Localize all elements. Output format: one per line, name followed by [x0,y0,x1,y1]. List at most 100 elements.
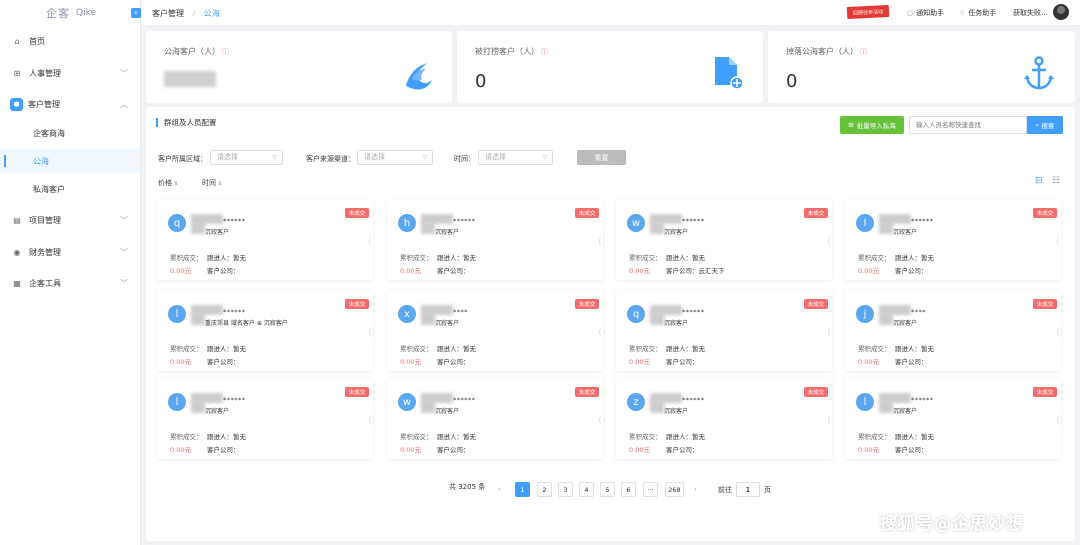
avatar[interactable] [1053,4,1069,20]
customer-card[interactable]: q ****** 沉寂客户 未成交 累积成交： 跟进人：暂无 0.00元 客户公司： [157,200,373,280]
follower-value: 暂无 [692,254,705,262]
follower-value: 暂无 [921,433,934,441]
follower-field: 跟进人：暂无 [207,431,246,441]
total-amount: 0.00元 [629,267,650,275]
blurred-customer-name [421,313,435,325]
pagination-ellipsis[interactable]: ··· [643,482,658,497]
section-title[interactable]: 群组及人员配置 [156,118,217,127]
customer-card[interactable]: w ****** 沉寂客户 未成交 累积成交： 跟进人：暂无 0.00元 客户公司：云汇天下 [616,200,832,280]
customer-masked-phone: ****** [223,308,246,316]
help-icon[interactable]: ⓘ [860,48,867,56]
card-edge-handle [828,236,834,246]
company-label: 客户公司： [437,446,470,454]
list-view-icon[interactable]: ☷ [1052,177,1062,186]
customer-initial-avatar: q [627,305,645,323]
customer-tag: 沉寂客户 [205,229,230,236]
company-label: 客户公司： [895,267,928,275]
sidebar-item-finance[interactable]: ◉ 财务管理 ﹀ [0,239,140,265]
customer-card[interactable]: w ****** 沉寂客户 未成交 累积成交： 跟进人：暂无 0.00元 客户公司： [387,379,603,459]
search-label: 搜索 [1041,122,1055,130]
sort-by-price[interactable]: 价格 ⇅ [158,178,178,188]
total-label: 累积成交： [400,345,433,353]
add-document-icon [715,57,744,90]
stat-title-text: 公海客户（人） [164,47,220,56]
page-button[interactable]: 268 [665,482,684,497]
total-label: 累积成交： [170,433,203,441]
status-badge: 未成交 [804,299,828,309]
reset-button[interactable]: 重置 [577,150,626,165]
app-logo[interactable]: 企客 Qike [0,0,140,26]
next-page-icon[interactable]: › [694,485,697,493]
task-helper-link[interactable]: ♢ 任务助手 [959,8,996,18]
sidebar-subitem-business-sea[interactable]: 企客商海 [0,121,140,145]
search-icon: ⌕ [1035,120,1040,129]
prev-page-icon[interactable]: ‹ [498,485,501,493]
follower-field: 跟进人：暂无 [666,252,705,262]
region-select[interactable]: 请选择 ▽ [210,150,283,165]
blurred-customer-name [191,313,205,325]
sidebar-subitem-public-sea[interactable]: 公海 [0,149,140,173]
follower-label: 跟进人： [895,433,921,441]
follower-value: 暂无 [463,433,476,441]
company-label: 客户公司： [666,358,699,366]
page-button[interactable]: 6 [621,482,636,497]
notify-helper-link[interactable]: ◌ 通知助手 [907,8,944,18]
customer-card[interactable]: j **** 沉寂客户 未成交 累积成交： 跟进人：暂无 0.00元 客户公司： [845,291,1061,371]
customer-card[interactable]: l ****** 沉寂客户 未成交 累积成交： 跟进人：暂无 0.00元 客户公司： [845,200,1061,280]
sidebar-item-projects[interactable]: ▤ 项目管理 ﹀ [0,207,140,233]
batch-import-button[interactable]: ⊞ 批量导入私海 [840,116,904,134]
sidebar-item-label: 企客工具 [29,278,61,288]
sidebar-subitem-private-sea[interactable]: 私海客户 [0,177,140,201]
user-name[interactable]: 获取失败... [1013,8,1048,18]
page-button[interactable]: 1 [515,482,530,497]
customer-card[interactable]: z ****** 沉寂客户 未成交 累积成交： 跟进人：暂无 0.00元 客户公司： [616,379,832,459]
total-label: 累积成交： [629,345,662,353]
sidebar-item-label: 人事管理 [29,68,61,78]
page-button[interactable]: 2 [537,482,552,497]
sidebar-item-home[interactable]: ⌂ 首页 [0,28,140,54]
customer-initial-avatar: j [856,305,874,323]
follower-field: 跟进人：暂无 [895,343,934,353]
customer-initial-avatar: l [856,393,874,411]
blurred-customer-name [879,222,893,234]
notify-label: 通知助手 [916,9,945,17]
follower-field: 跟进人：暂无 [895,431,934,441]
customer-initial-avatar: z [627,393,645,411]
channel-select[interactable]: 请选择 ▽ [357,150,433,165]
promo-badge[interactable]: 回顾往年活动 [846,4,890,20]
company-field: 客户公司： [207,444,240,454]
sidebar-item-hr[interactable]: ⊞ 人事管理 ﹀ [0,60,140,86]
status-badge: 未成交 [345,299,369,309]
sidebar-subitem-label: 私海客户 [33,184,65,194]
customer-tag: 沉寂客户 [205,408,230,415]
customer-card[interactable]: q ****** 沉寂客户 未成交 累积成交： 跟进人：暂无 0.00元 客户公司： [616,291,832,371]
stat-title-text: 掉落公海客户（人） [786,47,858,56]
follower-field: 跟进人：暂无 [666,343,705,353]
sidebar-item-customers[interactable]: ● 客户管理 ︿ [0,91,140,117]
customer-masked-phone: **** [911,308,926,316]
page-button[interactable]: 4 [579,482,594,497]
collapse-sidebar-button[interactable]: « [131,8,141,18]
sort-by-time[interactable]: 时间 ⇅ [202,178,222,188]
customer-card[interactable]: l ****** 沉寂客户 未成交 累积成交： 跟进人：暂无 0.00元 客户公司： [845,379,1061,459]
customer-card[interactable]: l ****** 沉寂客户 未成交 累积成交： 跟进人：暂无 0.00元 客户公司： [157,379,373,459]
card-view-icon[interactable]: ⊟ [1035,177,1045,186]
time-select[interactable]: 请选择 ▽ [478,150,553,165]
sidebar-item-tools[interactable]: ▦ 企客工具 ﹀ [0,270,140,296]
region-select-value: 请选择 [217,153,238,161]
customer-card[interactable]: h ****** 沉寂客户 未成交 累积成交： 跟进人：暂无 0.00元 客户公司： [387,200,603,280]
follower-label: 跟进人： [666,433,692,441]
help-icon[interactable]: ⓘ [222,48,229,56]
channel-select-value: 请选择 [364,153,385,161]
breadcrumb-parent[interactable]: 客户管理 [152,9,184,18]
total-amount: 0.00元 [629,358,650,366]
page-button[interactable]: 5 [600,482,615,497]
customer-card[interactable]: x **** 沉寂客户 未成交 累积成交： 跟进人：暂无 0.00元 客户公司： [387,291,603,371]
help-icon[interactable]: ⓘ [541,48,548,56]
page-button[interactable]: 3 [558,482,573,497]
goto-page-input[interactable] [736,482,760,497]
search-input[interactable] [909,116,1027,134]
total-label: 累积成交： [170,345,203,353]
search-button[interactable]: ⌕ 搜索 [1027,116,1063,134]
customer-card[interactable]: l ****** 重庆郊县 域名客户 ⊕ 沉寂客户 未成交 累积成交： 跟进人：暂无 0.0… [157,291,373,371]
